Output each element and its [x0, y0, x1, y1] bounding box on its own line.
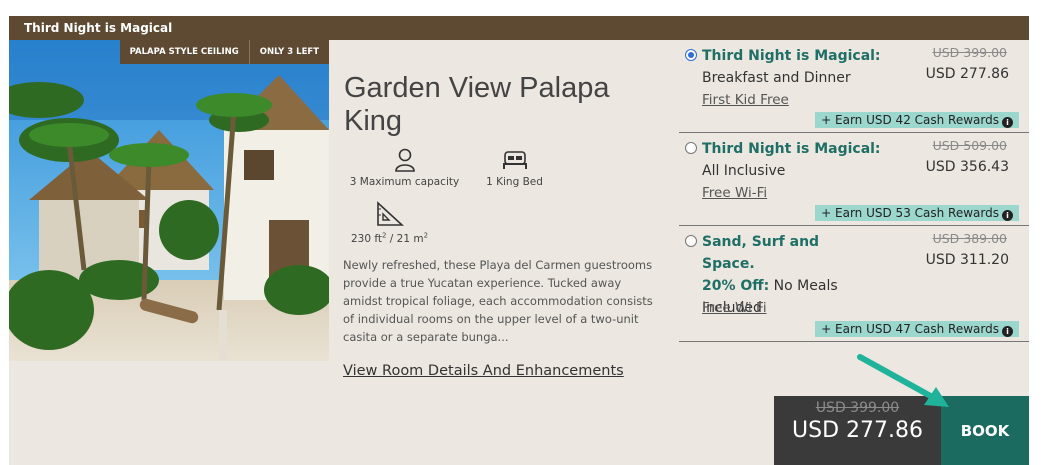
rate-name: Third Night is Magical: Breakfast and Din… — [702, 48, 881, 86]
tag-availability: ONLY 3 LEFT — [248, 40, 329, 64]
rate-radio[interactable] — [685, 142, 697, 154]
rate-name: Third Night is Magical: All Inclusive — [702, 141, 881, 179]
info-icon[interactable]: i — [1002, 117, 1013, 128]
capacity-label: 3 Maximum capacity — [349, 176, 460, 188]
room-photo-image — [9, 40, 329, 361]
bed-amenity: 1 King Bed — [477, 148, 552, 188]
capacity-amenity: 3 Maximum capacity — [347, 148, 462, 188]
rewards-badge: + Earn USD 53 Cash Rewards i — [815, 205, 1019, 221]
arrow-icon — [857, 354, 949, 407]
rewards-badge: + Earn USD 42 Cash Rewards i — [815, 112, 1019, 128]
rate-perk-link[interactable]: Free Wi-Fi — [702, 185, 767, 201]
rate-old-price: USD 389.00 — [932, 231, 1007, 246]
person-icon — [394, 148, 415, 172]
bed-icon — [502, 151, 527, 169]
size-label: 230 ft2 / 21 m2 — [350, 231, 429, 245]
room-description: Newly refreshed, these Playa del Carmen … — [343, 258, 653, 344]
rewards-badge: + Earn USD 47 Cash Rewards i — [815, 321, 1019, 337]
book-button[interactable]: BOOK — [941, 396, 1029, 465]
rate-price: USD 356.43 — [925, 159, 1009, 175]
rate-radio[interactable] — [685, 235, 697, 247]
rate-old-price: USD 509.00 — [932, 138, 1007, 153]
tag-palapa-ceiling: PALAPA STYLE CEILING — [119, 40, 249, 64]
info-icon[interactable]: i — [1002, 210, 1013, 221]
rate-radio-selected[interactable] — [685, 49, 697, 61]
rate-perk-link[interactable]: First Kid Free — [702, 92, 789, 108]
photo-tags: PALAPA STYLE CEILING ONLY 3 LEFT — [119, 40, 329, 64]
room-title: Garden View Palapa King — [344, 72, 610, 137]
total-current-price: USD 277.86 — [792, 418, 923, 443]
size-amenity: 230 ft2 / 21 m2 — [347, 201, 432, 245]
rate-options: Third Night is Magical: Breakfast and Din… — [679, 40, 1029, 342]
ruler-triangle-icon — [376, 201, 404, 226]
rate-price: USD 277.86 — [925, 66, 1009, 82]
info-icon[interactable]: i — [1002, 326, 1013, 337]
rate-perk-link[interactable]: Free Wi Fi — [702, 300, 767, 316]
rate-option[interactable]: Third Night is Magical: All Inclusive USD… — [679, 133, 1029, 226]
room-photo[interactable]: PALAPA STYLE CEILING ONLY 3 LEFT — [9, 40, 329, 361]
rate-price: USD 311.20 — [925, 252, 1009, 268]
room-card: Third Night is Magical PALAPA STYLE CEIL… — [9, 16, 1029, 465]
rate-old-price: USD 399.00 — [932, 45, 1007, 60]
rate-option[interactable]: Third Night is Magical: Breakfast and Din… — [679, 40, 1029, 133]
promo-ribbon: Third Night is Magical — [9, 16, 1029, 40]
rate-option[interactable]: Sand, Surf and Space. 20% Off: No Meals I… — [679, 226, 1029, 342]
view-room-details-link[interactable]: View Room Details And Enhancements — [343, 363, 624, 379]
bed-label: 1 King Bed — [486, 176, 543, 188]
